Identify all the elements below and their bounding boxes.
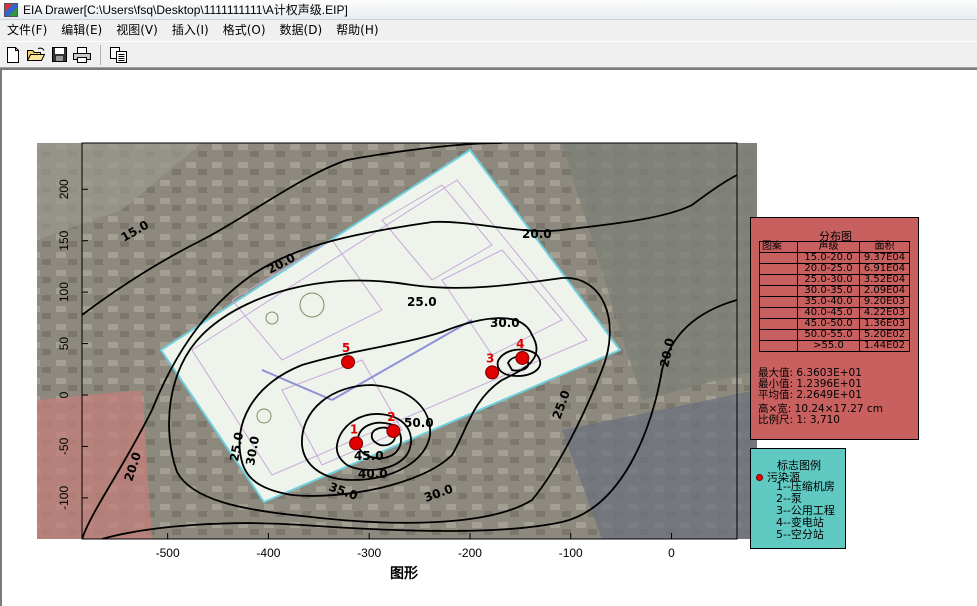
- table-row: 50.0-55.0 5.20E02: [759, 329, 910, 341]
- source-id-label: 1: [350, 422, 358, 436]
- open-folder-icon[interactable]: [25, 44, 47, 66]
- x-tick-label: -300: [357, 546, 381, 560]
- table-row: 40.0-45.0 4.22E03: [759, 307, 910, 319]
- table-row: 25.0-30.0 3.52E04: [759, 274, 910, 286]
- y-tick-label: 150: [57, 230, 71, 250]
- app-icon: [4, 2, 18, 17]
- table-row: 15.0-20.0 9.37E04: [759, 252, 910, 264]
- menu-view[interactable]: 视图(V): [109, 21, 165, 40]
- pollution-source-marker: [386, 424, 401, 438]
- y-tick-label: 100: [57, 282, 71, 302]
- copy-icon[interactable]: [107, 44, 129, 66]
- menu-help[interactable]: 帮助(H): [329, 21, 385, 40]
- header-pattern: 图案: [759, 241, 798, 253]
- table-row: 30.0-35.0 2.09E04: [759, 285, 910, 297]
- y-tick-label: 0: [57, 391, 71, 398]
- menu-format[interactable]: 格式(O): [216, 21, 273, 40]
- table-row: 20.0-25.0 6.91E04: [759, 263, 910, 275]
- document-view: 15.0 20.0 20.0 20.0 20.0 25.0 25.0 25.0 …: [0, 68, 977, 606]
- source-id-label: 2: [387, 410, 395, 424]
- title-bar: EIA Drawer[C:\Users\fsq\Desktop\11111111…: [0, 0, 977, 20]
- x-tick-label: -100: [559, 546, 583, 560]
- distribution-table: 图案 声级 面积 15.0-20.0 9.37E04 20.0-25.0 6.91E…: [759, 241, 910, 352]
- distribution-legend: 分布图 图案 声级 面积 15.0-20.0 9.37E04 20.0-25.0 6…: [750, 217, 919, 440]
- pollution-source-marker: [515, 350, 530, 365]
- menu-edit[interactable]: 编辑(E): [54, 21, 109, 40]
- toolbar-separator: [100, 44, 101, 65]
- marker-list: 1--压缩机房 2--泵 3--公用工程 4--变电站 5--空分站: [776, 481, 835, 541]
- statistics: 最大值: 6.3603E+01 最小值: 1.2396E+01 平均值: 2.2…: [758, 368, 883, 426]
- pollution-source-marker: [349, 436, 364, 451]
- stat-mean: 平均值: 2.2649E+01: [758, 389, 862, 401]
- x-tick-label: -500: [156, 546, 180, 560]
- source-id-label: 5: [342, 341, 350, 355]
- print-icon[interactable]: [71, 44, 93, 66]
- x-tick-label: -200: [458, 546, 482, 560]
- source-id-label: 4: [516, 337, 524, 351]
- x-tick-label: 0: [668, 546, 675, 560]
- menu-file[interactable]: 文件(F): [0, 21, 54, 40]
- contour-label: 40.0: [358, 467, 388, 481]
- source-id-label: 3: [486, 351, 494, 365]
- save-icon[interactable]: [48, 44, 70, 66]
- contour-label: 20.0: [522, 227, 552, 241]
- source-dot-icon: [756, 473, 763, 481]
- x-tick-label: -400: [256, 546, 280, 560]
- contour-label: 45.0: [354, 449, 384, 463]
- pollution-source-marker: [485, 365, 500, 380]
- pollution-source-marker: [341, 355, 356, 370]
- y-tick-label: 50: [57, 337, 71, 351]
- menu-insert[interactable]: 插入(I): [165, 21, 216, 40]
- table-row: 35.0-40.0 9.20E03: [759, 296, 910, 308]
- table-row: >55.0 1.44E02: [759, 340, 910, 352]
- list-item: 5--空分站: [776, 528, 824, 541]
- header-area: 面积: [859, 241, 910, 253]
- x-axis-caption: 图形: [390, 566, 418, 582]
- contour-label: 25.0: [407, 295, 437, 309]
- y-tick-label: 200: [57, 179, 71, 199]
- toolbar: [0, 41, 977, 68]
- menu-data[interactable]: 数据(D): [273, 21, 330, 40]
- header-level: 声级: [797, 241, 860, 253]
- table-header: 图案 声级 面积: [759, 241, 910, 253]
- contour-label: 50.0: [404, 416, 434, 430]
- new-file-icon[interactable]: [2, 44, 24, 66]
- contour-label: 30.0: [490, 316, 520, 330]
- y-tick-label: -100: [57, 486, 71, 510]
- window-title: EIA Drawer[C:\Users\fsq\Desktop\11111111…: [23, 3, 348, 17]
- menu-bar: 文件(F) 编辑(E) 视图(V) 插入(I) 格式(O) 数据(D) 帮助(H…: [0, 20, 977, 41]
- table-row: 45.0-50.0 1.36E03: [759, 318, 910, 330]
- stat-scale: 比例尺: 1: 3,710: [758, 414, 840, 426]
- marker-legend: 标志图例 污染源 1--压缩机房 2--泵 3--公用工程 4--变电站 5--…: [750, 448, 846, 549]
- y-tick-label: -50: [57, 437, 71, 455]
